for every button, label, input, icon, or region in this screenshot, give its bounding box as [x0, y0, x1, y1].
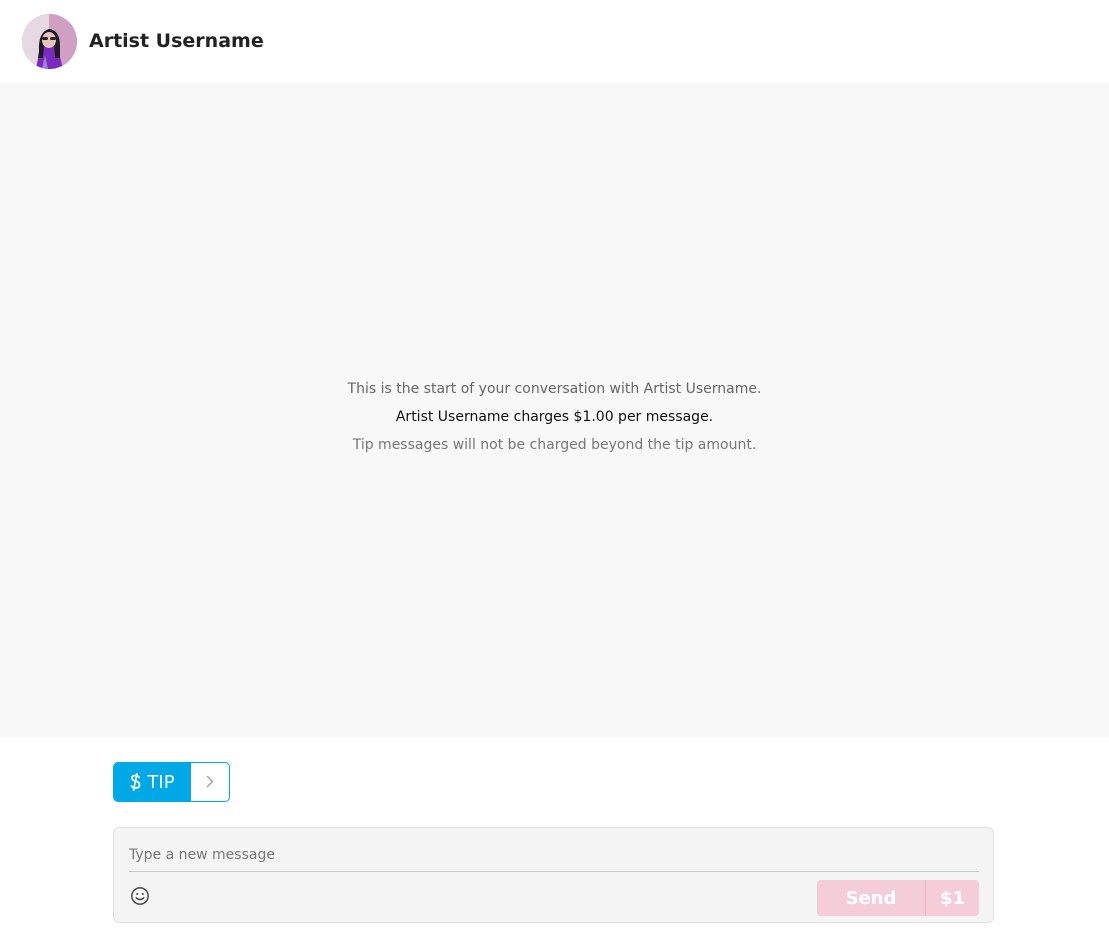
- avatar-image: [22, 14, 77, 69]
- message-composer: Send $1: [113, 827, 994, 923]
- send-control: Send $1: [817, 880, 979, 916]
- tip-policy-text: Tip messages will not be charged beyond …: [352, 437, 757, 453]
- page-title: Artist Username: [89, 30, 264, 52]
- smiley-icon: [130, 886, 150, 910]
- message-input[interactable]: [129, 838, 979, 872]
- message-price-text: Artist Username charges $1.00 per messag…: [395, 409, 714, 425]
- tip-control: TIP: [113, 762, 230, 802]
- dollar-icon: [130, 773, 141, 791]
- avatar[interactable]: [22, 14, 77, 69]
- conversation-header: Artist Username: [0, 0, 1109, 83]
- emoji-button[interactable]: [129, 887, 151, 909]
- message-price-badge: $1: [939, 887, 966, 909]
- conversation-area: This is the start of your conversation w…: [0, 83, 1109, 737]
- tip-expand-button[interactable]: [191, 763, 229, 801]
- conversation-start-text: This is the start of your conversation w…: [347, 381, 762, 397]
- tip-button[interactable]: TIP: [114, 763, 191, 801]
- chevron-right-icon: [206, 773, 214, 792]
- tip-label: TIP: [147, 771, 175, 793]
- send-button[interactable]: Send: [817, 880, 925, 916]
